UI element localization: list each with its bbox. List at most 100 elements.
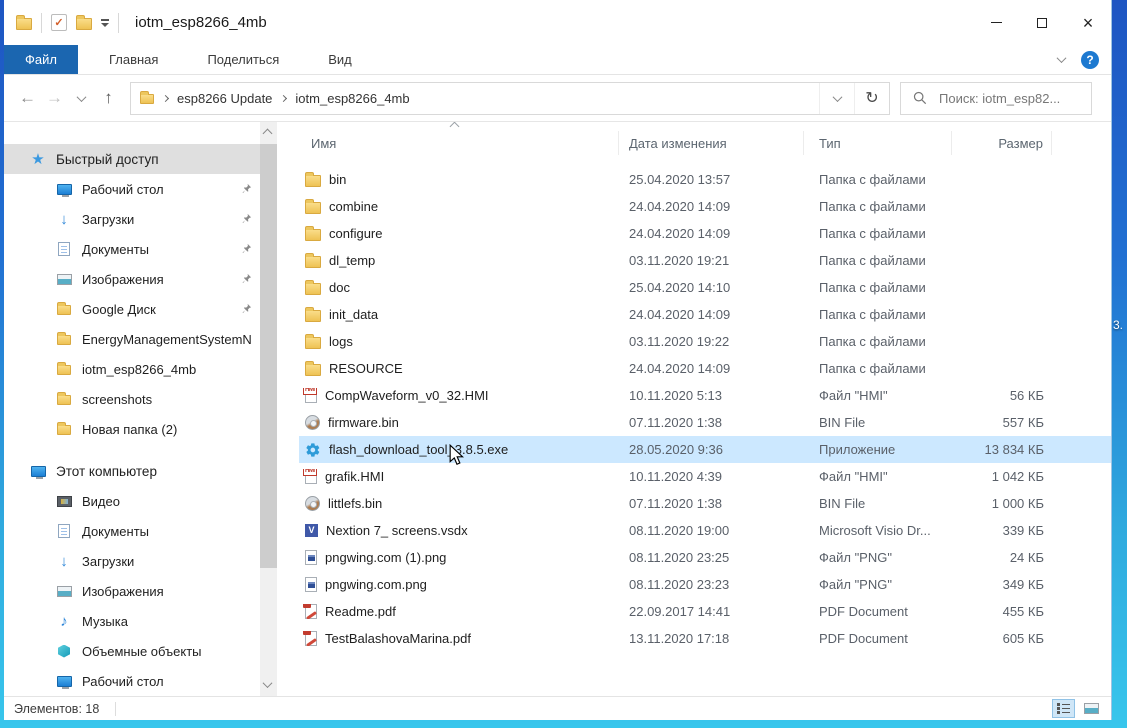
breadcrumb-item[interactable]: iotm_esp8266_4mb — [295, 91, 409, 106]
minimize-button[interactable] — [973, 0, 1019, 45]
file-row[interactable]: HMIgrafik.HMI 10.11.2020 4:39 Файл "HMI"… — [299, 463, 1111, 490]
file-row-selected[interactable]: flash_download_tool_3.8.5.exe 28.05.2020… — [299, 436, 1111, 463]
search-box[interactable]: Поиск: iotm_esp82... — [900, 82, 1092, 115]
sidebar-scrollbar[interactable] — [260, 122, 277, 696]
sidebar-item-iotm-folder[interactable]: iotm_esp8266_4mb — [4, 354, 260, 384]
file-name: TestBalashovaMarina.pdf — [325, 631, 471, 646]
sidebar-item-music[interactable]: ♪ Музыка — [4, 606, 260, 636]
sidebar-item-screenshots[interactable]: screenshots — [4, 384, 260, 414]
thumbnail-view-button[interactable] — [1080, 699, 1103, 718]
close-icon: × — [1083, 14, 1094, 32]
sidebar-item-pc-downloads[interactable]: ↓ Загрузки — [4, 546, 260, 576]
hmi-file-icon: HMI — [305, 388, 317, 403]
window-title: iotm_esp8266_4mb — [135, 14, 267, 31]
folder-icon — [305, 310, 321, 322]
sidebar-item-new-folder[interactable]: Новая папка (2) — [4, 414, 260, 444]
file-row[interactable]: littlefs.bin 07.11.2020 1:38 BIN File 1 … — [299, 490, 1111, 517]
forward-button[interactable]: → — [41, 88, 68, 108]
file-name: flash_download_tool_3.8.5.exe — [329, 442, 508, 457]
customize-qat-dropdown-icon[interactable] — [101, 19, 109, 27]
file-name: doc — [329, 280, 350, 295]
address-bar[interactable]: esp8266 Update iotm_esp8266_4mb ↻ — [130, 82, 890, 115]
file-type: Приложение — [804, 442, 952, 457]
scroll-down-icon[interactable] — [263, 678, 273, 688]
address-dropdown-button[interactable] — [819, 83, 854, 114]
refresh-button[interactable]: ↻ — [854, 83, 889, 114]
chevron-right-icon[interactable] — [162, 94, 169, 101]
file-size: 455 КБ — [952, 604, 1052, 619]
recent-locations-chevron-icon[interactable] — [68, 95, 95, 102]
properties-check-icon[interactable]: ✓ — [51, 14, 67, 31]
download-arrow-icon: ↓ — [60, 212, 68, 227]
help-button[interactable]: ? — [1081, 51, 1099, 69]
minimize-ribbon-chevron-icon[interactable] — [1057, 53, 1067, 63]
ribbon-tab-bar: Файл Главная Поделиться Вид ? — [4, 45, 1111, 75]
tab-file[interactable]: Файл — [4, 45, 78, 74]
picture-icon — [57, 586, 72, 597]
file-type: Microsoft Visio Dr... — [804, 523, 952, 538]
breadcrumb-item[interactable]: esp8266 Update — [177, 91, 272, 106]
details-view-button[interactable] — [1052, 699, 1075, 718]
column-header-date[interactable]: Дата изменения — [619, 131, 804, 155]
file-name: init_data — [329, 307, 378, 322]
pdf-file-icon — [305, 604, 317, 619]
sidebar-item-energy-folder[interactable]: EnergyManagementSystemN — [4, 324, 260, 354]
folder-icon — [305, 202, 321, 214]
file-row[interactable]: logs 03.11.2020 19:22 Папка с файлами — [299, 328, 1111, 355]
file-row[interactable]: combine 24.04.2020 14:09 Папка с файлами — [299, 193, 1111, 220]
pdf-file-icon — [305, 631, 317, 646]
monitor-icon — [57, 676, 72, 687]
file-row[interactable]: HMICompWaveform_v0_32.HMI 10.11.2020 5:1… — [299, 382, 1111, 409]
sidebar-item-downloads[interactable]: ↓ Загрузки — [4, 204, 260, 234]
sidebar-item-pictures[interactable]: Изображения — [4, 264, 260, 294]
sidebar-item-pc-desktop[interactable]: Рабочий стол — [4, 666, 260, 696]
sidebar-item-pc-pictures[interactable]: Изображения — [4, 576, 260, 606]
file-row[interactable]: dl_temp 03.11.2020 19:21 Папка с файлами — [299, 247, 1111, 274]
file-row[interactable]: pngwing.com (1).png 08.11.2020 23:25 Фай… — [299, 544, 1111, 571]
title-bar[interactable]: ✓ iotm_esp8266_4mb × — [4, 0, 1111, 45]
sidebar-item-pc-documents[interactable]: Документы — [4, 516, 260, 546]
desktop-icon-label-fragment: 3. — [1113, 318, 1123, 332]
file-row[interactable]: Readme.pdf 22.09.2017 14:41 PDF Document… — [299, 598, 1111, 625]
sidebar-item-desktop[interactable]: Рабочий стол — [4, 174, 260, 204]
tab-home[interactable]: Главная — [91, 45, 176, 74]
file-name: firmware.bin — [328, 415, 399, 430]
column-header-size[interactable]: Размер — [952, 131, 1052, 155]
file-row[interactable]: doc 25.04.2020 14:10 Папка с файлами — [299, 274, 1111, 301]
file-row[interactable]: bin 25.04.2020 13:57 Папка с файлами — [299, 166, 1111, 193]
file-row[interactable]: pngwing.com.png 08.11.2020 23:23 Файл "P… — [299, 571, 1111, 598]
sidebar-item-documents[interactable]: Документы — [4, 234, 260, 264]
sidebar-item-google-drive[interactable]: Google Диск — [4, 294, 260, 324]
new-folder-icon[interactable] — [76, 18, 92, 30]
sidebar-item-3d-objects[interactable]: Объемные объекты — [4, 636, 260, 666]
file-row[interactable]: TestBalashovaMarina.pdf 13.11.2020 17:18… — [299, 625, 1111, 652]
divider — [115, 702, 116, 716]
file-type: Папка с файлами — [804, 280, 952, 295]
file-row[interactable]: RESOURCE 24.04.2020 14:09 Папка с файлам… — [299, 355, 1111, 382]
file-list: Имя Дата изменения Тип Размер bin 25.04.… — [277, 122, 1111, 696]
tab-view[interactable]: Вид — [310, 45, 370, 74]
file-row[interactable]: configure 24.04.2020 14:09 Папка с файла… — [299, 220, 1111, 247]
file-size: 349 КБ — [952, 577, 1052, 592]
file-row[interactable]: init_data 24.04.2020 14:09 Папка с файла… — [299, 301, 1111, 328]
chevron-right-icon[interactable] — [280, 94, 287, 101]
sidebar-item-videos[interactable]: Видео — [4, 486, 260, 516]
back-button[interactable]: ← — [14, 88, 41, 108]
up-button[interactable]: ↑ — [95, 88, 122, 108]
tab-share[interactable]: Поделиться — [189, 45, 297, 74]
file-date: 25.04.2020 14:10 — [619, 280, 804, 295]
scrollbar-thumb[interactable] — [260, 144, 277, 568]
column-header-name[interactable]: Имя — [299, 131, 619, 155]
column-header-type[interactable]: Тип — [804, 131, 952, 155]
file-row[interactable]: firmware.bin 07.11.2020 1:38 BIN File 55… — [299, 409, 1111, 436]
maximize-button[interactable] — [1019, 0, 1065, 45]
explorer-window: ✓ iotm_esp8266_4mb × Файл Главная Подели… — [4, 0, 1112, 720]
sidebar-item-quick-access[interactable]: ★ Быстрый доступ — [4, 144, 260, 174]
folder-icon — [57, 395, 71, 405]
status-bar: Элементов: 18 — [4, 696, 1111, 720]
file-date: 10.11.2020 5:13 — [619, 388, 804, 403]
close-button[interactable]: × — [1065, 0, 1111, 45]
file-row[interactable]: VNextion 7_ screens.vsdx 08.11.2020 19:0… — [299, 517, 1111, 544]
sidebar-item-this-pc[interactable]: Этот компьютер — [4, 456, 260, 486]
scroll-up-icon[interactable] — [263, 129, 273, 139]
